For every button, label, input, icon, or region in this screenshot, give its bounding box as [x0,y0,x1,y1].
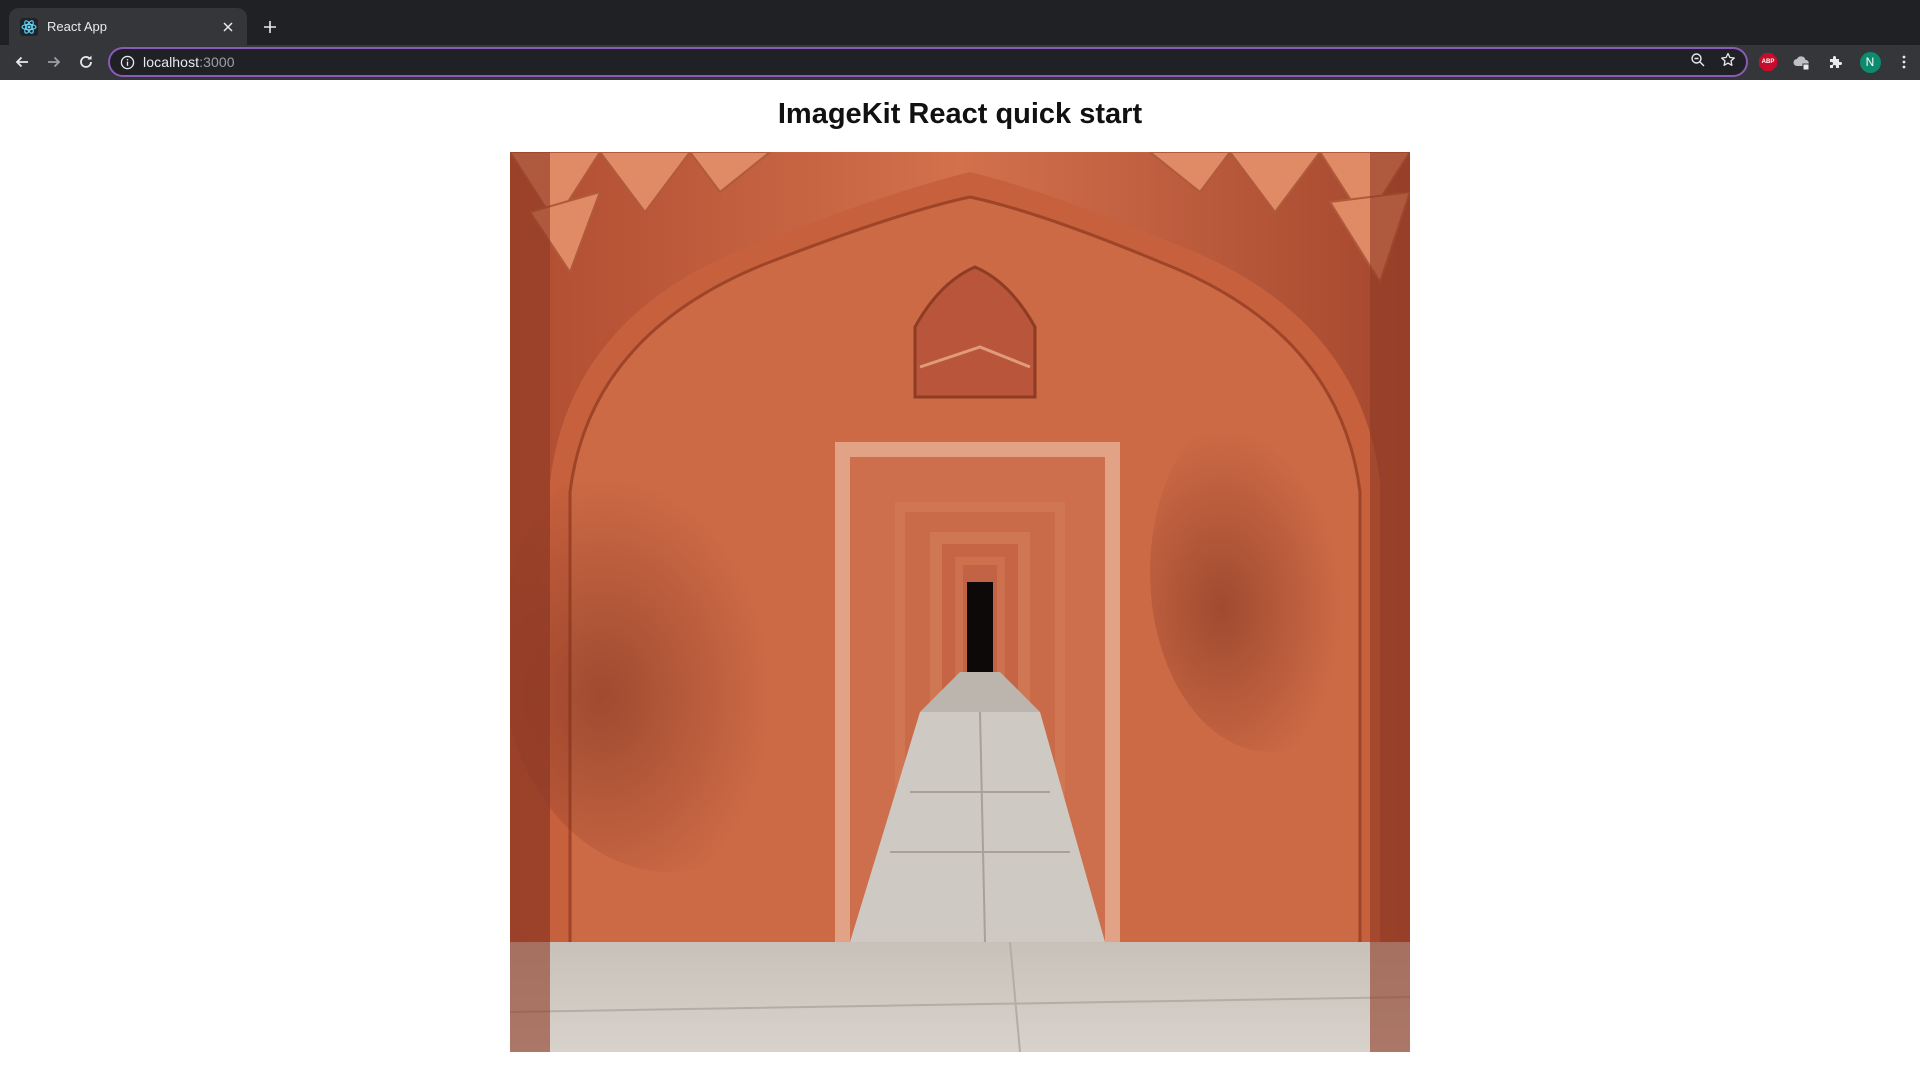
adblock-plus-extension[interactable]: ABP [1756,50,1780,74]
url-port: :3000 [199,54,235,70]
reload-button[interactable] [74,50,98,74]
profile-button[interactable]: N [1858,50,1882,74]
page-title: ImageKit React quick start [777,98,1143,130]
address-bar[interactable]: localhost:3000 [108,47,1748,77]
tab-title: React App [47,19,107,34]
url-text: localhost:3000 [143,54,235,70]
kebab-menu-icon [1902,55,1906,69]
forward-button[interactable] [42,50,66,74]
browser-tab[interactable]: React App [9,8,247,45]
zoom-icon[interactable] [1690,52,1706,73]
reload-icon [80,55,92,68]
cloud-extension[interactable] [1790,50,1814,74]
plus-icon [264,21,276,33]
arrow-left-icon [15,56,28,68]
avatar: N [1859,51,1881,73]
react-atom-icon [20,17,38,36]
corridor-archway-image [510,152,1410,1052]
extensions-button[interactable] [1824,50,1848,74]
tab-strip: React App [0,0,1920,45]
back-button[interactable] [10,50,34,74]
cloud-icon [1793,56,1810,71]
adblock-plus-icon: ABP [1759,53,1777,71]
arrow-right-icon [48,56,61,68]
menu-button[interactable] [1892,50,1916,74]
close-tab-icon[interactable] [219,18,237,36]
hero-image [510,152,1410,1052]
bookmark-star-icon[interactable] [1720,52,1736,73]
info-icon[interactable] [120,55,135,70]
browser-toolbar: localhost:3000 ABP N [0,45,1920,80]
new-tab-button[interactable] [258,15,282,39]
url-host: localhost [143,54,200,70]
extensions-area: ABP N [1756,50,1916,74]
puzzle-icon [1830,56,1842,68]
